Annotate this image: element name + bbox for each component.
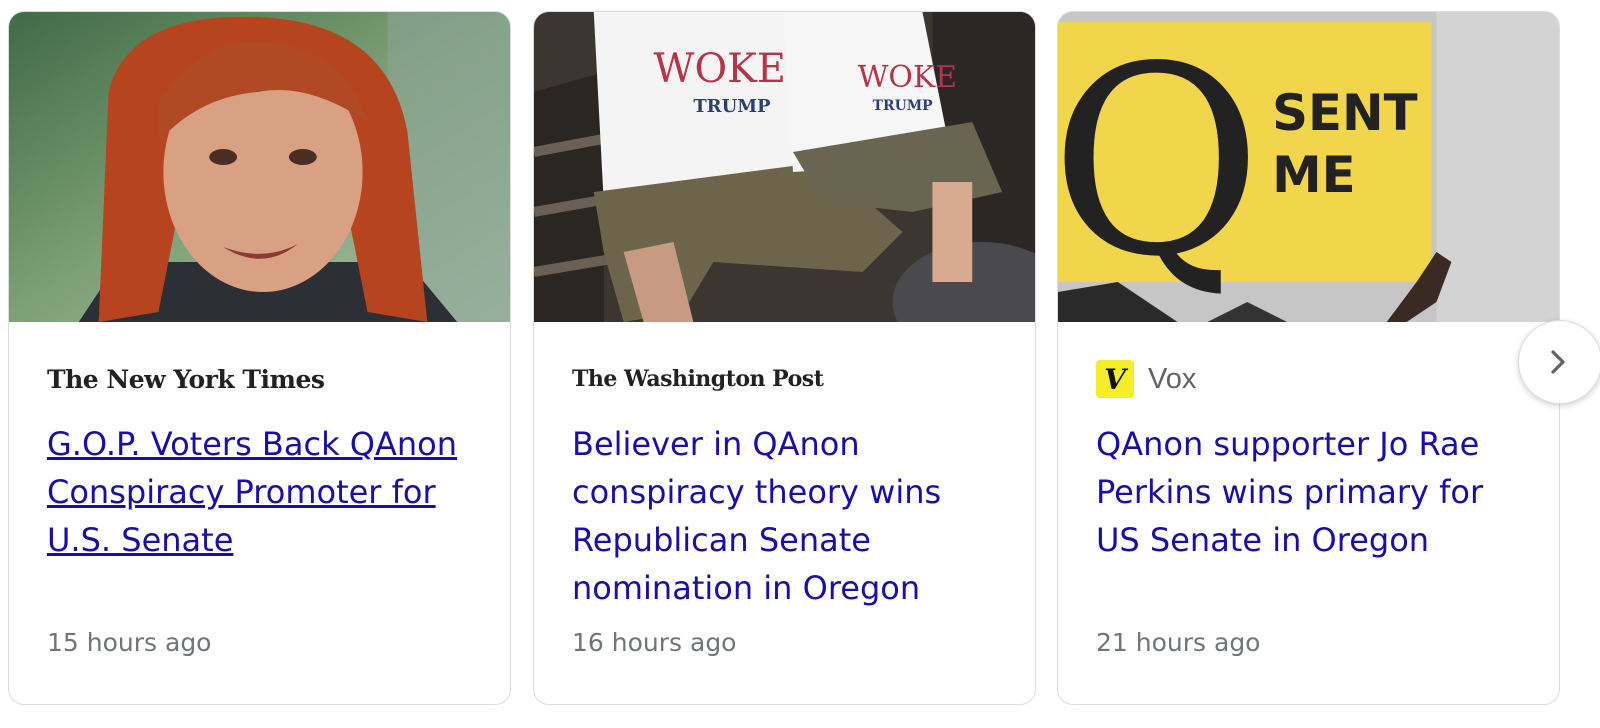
nyt-logo: The New York Times [47,364,325,394]
sign-text: SENT [1272,84,1418,142]
vox-logo: V [1096,360,1134,398]
article-thumbnail[interactable]: WOKE TRUMP WOKE TRUMP [534,12,1035,322]
shirt-text: WOKE [858,60,957,95]
source-name: Vox [1148,362,1197,395]
headline-link[interactable]: G.O.P. Voters Back QAnon Conspiracy Prom… [47,420,487,564]
shirt-text: TRUMP [693,96,771,117]
chevron-right-icon [1551,350,1565,374]
headline-link[interactable]: Believer in QAnon conspiracy theory wins… [572,420,1012,612]
sign-text: ME [1272,146,1356,204]
news-card[interactable]: Q SENT ME V Vox QAnon supporter Jo Rae P… [1057,11,1560,705]
source-row: The New York Times [47,362,325,396]
wapo-logo: The Washington Post [572,366,824,392]
article-thumbnail[interactable] [9,12,510,322]
headline-link[interactable]: QAnon supporter Jo Rae Perkins wins prim… [1096,420,1536,564]
article-thumbnail[interactable]: Q SENT ME [1058,12,1559,322]
news-card[interactable]: The New York Times G.O.P. Voters Back QA… [8,11,511,705]
timestamp: 16 hours ago [572,628,737,657]
source-row: V Vox [1096,360,1197,398]
source-row: The Washington Post [572,362,824,396]
next-button[interactable] [1518,320,1600,404]
sign-text: Q [1058,12,1262,314]
shirt-text: TRUMP [873,98,934,114]
timestamp: 21 hours ago [1096,628,1261,657]
news-carousel: The New York Times G.O.P. Voters Back QA… [0,0,1600,728]
shirt-text: WOKE [654,46,786,92]
timestamp: 15 hours ago [47,628,212,657]
news-card[interactable]: WOKE TRUMP WOKE TRUMP The Washington Pos… [533,11,1036,705]
